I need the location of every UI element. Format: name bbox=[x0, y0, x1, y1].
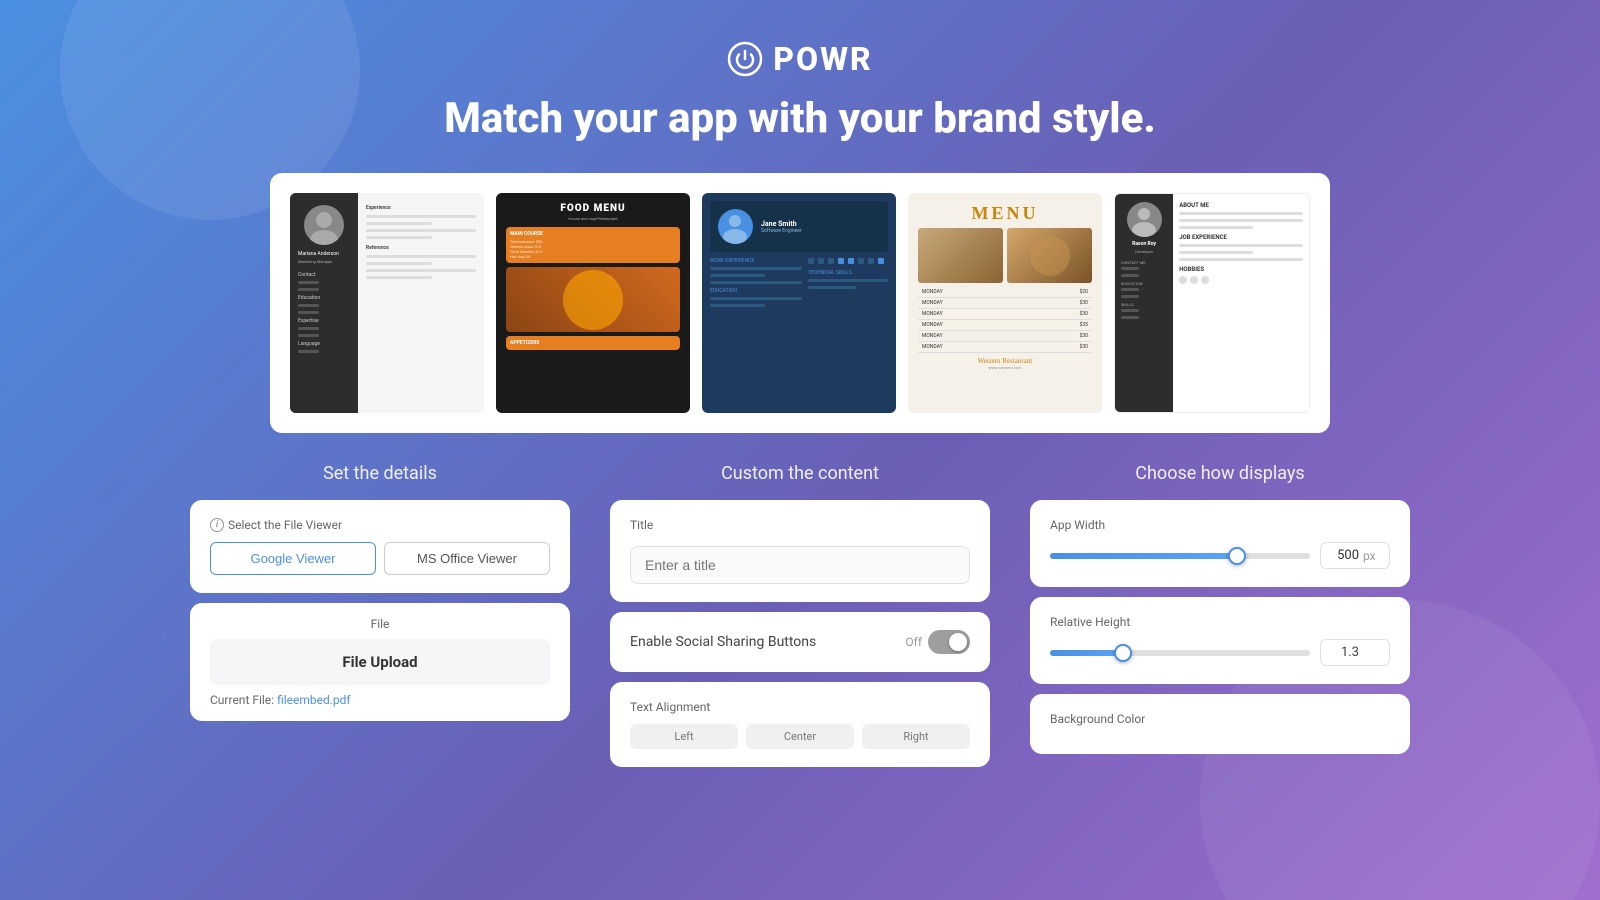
relative-height-slider-fill bbox=[1050, 650, 1123, 656]
text-alignment-label: Text Alignment bbox=[630, 700, 970, 714]
relative-height-panel: Relative Height 1.3 bbox=[1030, 597, 1410, 684]
preview-card-beige-menu: MENU MONDAY$20 MONDAY$30 MONDAY$30 MONDA… bbox=[908, 193, 1102, 413]
preview-strip-wrapper: Mariana Anderson Marketing Manager Conta… bbox=[0, 173, 1600, 433]
align-right-btn[interactable]: Right bbox=[862, 724, 970, 749]
preview-card-resume2: Rason Roy Developer CONTACT ME EDUCATION… bbox=[1114, 193, 1310, 413]
tagline: Match your app with your brand style. bbox=[0, 94, 1600, 143]
title-panel: Title bbox=[610, 500, 990, 602]
relative-height-slider-thumb[interactable] bbox=[1114, 644, 1132, 662]
toggle-knob bbox=[949, 633, 967, 651]
file-viewer-label: i Select the File Viewer bbox=[210, 518, 550, 532]
preview-card-dark-cv: Jane Smith Software Engineer WORK EXPERI… bbox=[702, 193, 896, 413]
relative-height-label: Relative Height bbox=[1050, 615, 1390, 629]
viewer-buttons: Google Viewer MS Office Viewer bbox=[210, 542, 550, 575]
relative-height-value[interactable]: 1.3 bbox=[1329, 645, 1359, 660]
app-width-label: App Width bbox=[1050, 518, 1390, 532]
custom-content-section: Custom the content Title Enable Social S… bbox=[610, 463, 990, 777]
powr-logo-icon bbox=[727, 41, 763, 77]
app-width-panel: App Width 500 px bbox=[1030, 500, 1410, 587]
relative-height-value-box: 1.3 bbox=[1320, 639, 1390, 666]
app-width-slider-row: 500 px bbox=[1050, 542, 1390, 569]
toggle-off-text: Off bbox=[905, 635, 922, 649]
text-alignment-panel: Text Alignment Left Center Right bbox=[610, 682, 990, 767]
social-sharing-row: Enable Social Sharing Buttons Off bbox=[630, 630, 970, 654]
file-panel: File File Upload Current File: fileembed… bbox=[190, 603, 570, 721]
social-sharing-toggle[interactable] bbox=[928, 630, 970, 654]
header: POWR Match your app with your brand styl… bbox=[0, 0, 1600, 173]
relative-height-slider-row: 1.3 bbox=[1050, 639, 1390, 666]
set-details-section: Set the details i Select the File Viewer… bbox=[190, 463, 570, 721]
app-width-value[interactable]: 500 bbox=[1329, 548, 1359, 563]
set-details-title: Set the details bbox=[190, 463, 570, 484]
preview-card-food-menu: FOOD MENU House and cage-Restaurant MAIN… bbox=[496, 193, 690, 413]
title-input[interactable] bbox=[630, 546, 970, 584]
app-width-value-box: 500 px bbox=[1320, 542, 1390, 569]
info-icon: i bbox=[210, 518, 224, 532]
file-upload-title: File Upload bbox=[224, 653, 536, 671]
preview-strip: Mariana Anderson Marketing Manager Conta… bbox=[270, 173, 1330, 433]
app-width-unit: px bbox=[1363, 549, 1376, 563]
file-viewer-panel: i Select the File Viewer Google Viewer M… bbox=[190, 500, 570, 593]
relative-height-slider-track[interactable] bbox=[1050, 650, 1310, 656]
preview-card-resume1: Mariana Anderson Marketing Manager Conta… bbox=[290, 193, 484, 413]
app-width-slider-thumb[interactable] bbox=[1228, 547, 1246, 565]
align-center-btn[interactable]: Center bbox=[746, 724, 854, 749]
social-sharing-panel: Enable Social Sharing Buttons Off bbox=[610, 612, 990, 672]
social-sharing-label: Enable Social Sharing Buttons bbox=[630, 634, 816, 650]
google-viewer-button[interactable]: Google Viewer bbox=[210, 542, 376, 575]
title-field-label: Title bbox=[630, 518, 970, 532]
bottom-section: Set the details i Select the File Viewer… bbox=[0, 433, 1600, 777]
logo-row: POWR bbox=[0, 40, 1600, 78]
alignment-row: Left Center Right bbox=[630, 724, 970, 749]
current-file-info: Current File: fileembed.pdf bbox=[210, 693, 550, 707]
app-width-slider-fill bbox=[1050, 553, 1237, 559]
choose-display-section: Choose how displays App Width 500 px bbox=[1030, 463, 1410, 764]
background-color-panel: Background Color bbox=[1030, 694, 1410, 754]
align-left-btn[interactable]: Left bbox=[630, 724, 738, 749]
file-upload-box[interactable]: File Upload bbox=[210, 639, 550, 685]
app-width-slider-track[interactable] bbox=[1050, 553, 1310, 559]
toggle-wrapper: Off bbox=[905, 630, 970, 654]
custom-content-title: Custom the content bbox=[610, 463, 990, 484]
file-label: File bbox=[210, 617, 550, 631]
logo-text: POWR bbox=[773, 40, 872, 78]
current-file-link[interactable]: fileembed.pdf bbox=[277, 693, 351, 707]
ms-office-viewer-button[interactable]: MS Office Viewer bbox=[384, 542, 550, 575]
choose-display-title: Choose how displays bbox=[1030, 463, 1410, 484]
bg-color-label: Background Color bbox=[1050, 712, 1390, 726]
